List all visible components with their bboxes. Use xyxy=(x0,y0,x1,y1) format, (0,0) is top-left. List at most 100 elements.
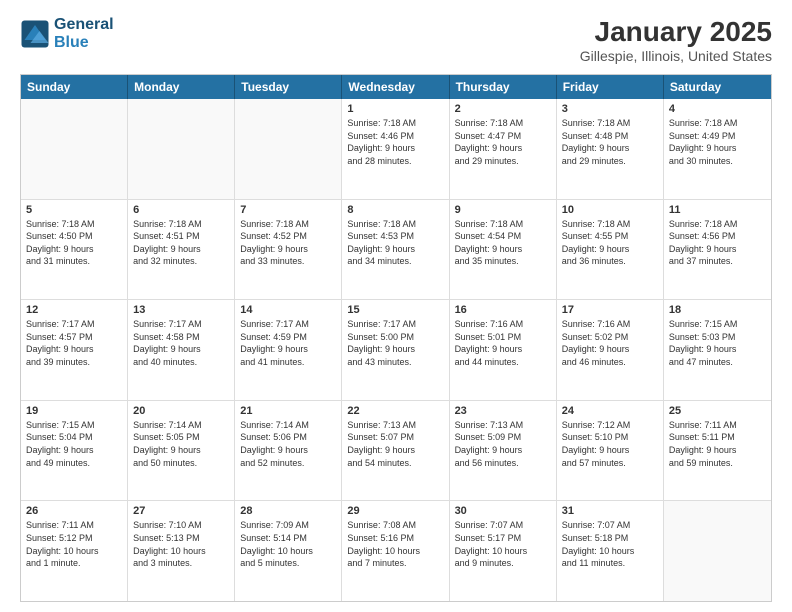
day-info: Sunrise: 7:14 AMSunset: 5:06 PMDaylight:… xyxy=(240,419,336,469)
day-info: Sunrise: 7:17 AMSunset: 4:58 PMDaylight:… xyxy=(133,318,229,368)
day-number: 29 xyxy=(347,505,443,517)
day-number: 16 xyxy=(455,304,551,316)
weekday-header: Wednesday xyxy=(342,75,449,99)
day-info: Sunrise: 7:11 AMSunset: 5:12 PMDaylight:… xyxy=(26,519,122,569)
day-info: Sunrise: 7:18 AMSunset: 4:47 PMDaylight:… xyxy=(455,117,551,167)
calendar-cell: 30Sunrise: 7:07 AMSunset: 5:17 PMDayligh… xyxy=(450,501,557,601)
calendar-cell: 14 Sunrise: 7:17 AMSunset: 4:59 PMDayligh… xyxy=(235,300,342,400)
calendar-cell: 7Sunrise: 7:18 AMSunset: 4:52 PMDaylight… xyxy=(235,200,342,300)
calendar-cell: 24Sunrise: 7:12 AMSunset: 5:10 PMDayligh… xyxy=(557,401,664,501)
calendar-cell: 26 Sunrise: 7:11 AMSunset: 5:12 PMDayligh… xyxy=(21,501,128,601)
day-info: Sunrise: 7:09 AMSunset: 5:14 PMDaylight:… xyxy=(240,519,336,569)
day-number: 13 xyxy=(133,304,229,316)
calendar-header-row: SundayMondayTuesdayWednesdayThursdayFrid… xyxy=(21,75,771,99)
day-info: Sunrise: 7:07 AMSunset: 5:18 PMDaylight:… xyxy=(562,519,658,569)
day-number: 23 xyxy=(455,405,551,417)
calendar-subtitle: Gillespie, Illinois, United States xyxy=(580,48,772,64)
day-number: 17 xyxy=(562,304,658,316)
day-number: 21 xyxy=(240,405,336,417)
day-number: 27 xyxy=(133,505,229,517)
calendar-cell: 12 Sunrise: 7:17 AMSunset: 4:57 PMDayligh… xyxy=(21,300,128,400)
calendar-cell xyxy=(128,99,235,199)
day-info: Sunrise: 7:18 AMSunset: 4:54 PMDaylight:… xyxy=(455,218,551,268)
logo-icon xyxy=(20,19,50,49)
weekday-header: Monday xyxy=(128,75,235,99)
calendar-week: 12 Sunrise: 7:17 AMSunset: 4:57 PMDayligh… xyxy=(21,300,771,401)
day-number: 25 xyxy=(669,405,766,417)
day-info: Sunrise: 7:12 AMSunset: 5:10 PMDaylight:… xyxy=(562,419,658,469)
calendar-cell: 8 Sunrise: 7:18 AMSunset: 4:53 PMDaylight… xyxy=(342,200,449,300)
calendar-cell: 19 Sunrise: 7:15 AMSunset: 5:04 PMDayligh… xyxy=(21,401,128,501)
calendar-cell: 15Sunrise: 7:17 AMSunset: 5:00 PMDayligh… xyxy=(342,300,449,400)
day-info: Sunrise: 7:10 AMSunset: 5:13 PMDaylight:… xyxy=(133,519,229,569)
weekday-header: Friday xyxy=(557,75,664,99)
day-number: 20 xyxy=(133,405,229,417)
day-info: Sunrise: 7:13 AMSunset: 5:09 PMDaylight:… xyxy=(455,419,551,469)
calendar-body: 1Sunrise: 7:18 AMSunset: 4:46 PMDaylight… xyxy=(21,99,771,601)
calendar-cell: 16 Sunrise: 7:16 AMSunset: 5:01 PMDayligh… xyxy=(450,300,557,400)
calendar-cell: 4 Sunrise: 7:18 AMSunset: 4:49 PMDaylight… xyxy=(664,99,771,199)
logo-area: General Blue xyxy=(20,16,114,51)
day-number: 14 xyxy=(240,304,336,316)
day-number: 4 xyxy=(669,103,766,115)
day-info: Sunrise: 7:18 AMSunset: 4:51 PMDaylight:… xyxy=(133,218,229,268)
day-number: 31 xyxy=(562,505,658,517)
header: General Blue January 2025 Gillespie, Ill… xyxy=(20,16,772,64)
calendar-cell: 11 Sunrise: 7:18 AMSunset: 4:56 PMDayligh… xyxy=(664,200,771,300)
calendar-cell: 23 Sunrise: 7:13 AMSunset: 5:09 PMDayligh… xyxy=(450,401,557,501)
day-info: Sunrise: 7:18 AMSunset: 4:56 PMDaylight:… xyxy=(669,218,766,268)
day-info: Sunrise: 7:14 AMSunset: 5:05 PMDaylight:… xyxy=(133,419,229,469)
calendar-week: 19 Sunrise: 7:15 AMSunset: 5:04 PMDayligh… xyxy=(21,401,771,502)
day-info: Sunrise: 7:18 AMSunset: 4:50 PMDaylight:… xyxy=(26,218,122,268)
calendar-cell: 13 Sunrise: 7:17 AMSunset: 4:58 PMDayligh… xyxy=(128,300,235,400)
day-info: Sunrise: 7:18 AMSunset: 4:49 PMDaylight:… xyxy=(669,117,766,167)
calendar-cell: 3Sunrise: 7:18 AMSunset: 4:48 PMDaylight… xyxy=(557,99,664,199)
day-info: Sunrise: 7:17 AMSunset: 4:57 PMDaylight:… xyxy=(26,318,122,368)
calendar-cell: 9 Sunrise: 7:18 AMSunset: 4:54 PMDaylight… xyxy=(450,200,557,300)
weekday-header: Sunday xyxy=(21,75,128,99)
day-number: 8 xyxy=(347,204,443,216)
calendar-title: January 2025 xyxy=(580,16,772,48)
day-number: 26 xyxy=(26,505,122,517)
day-number: 15 xyxy=(347,304,443,316)
day-info: Sunrise: 7:16 AMSunset: 5:02 PMDaylight:… xyxy=(562,318,658,368)
title-area: January 2025 Gillespie, Illinois, United… xyxy=(580,16,772,64)
day-info: Sunrise: 7:18 AMSunset: 4:48 PMDaylight:… xyxy=(562,117,658,167)
day-info: Sunrise: 7:18 AMSunset: 4:53 PMDaylight:… xyxy=(347,218,443,268)
day-info: Sunrise: 7:11 AMSunset: 5:11 PMDaylight:… xyxy=(669,419,766,469)
day-info: Sunrise: 7:13 AMSunset: 5:07 PMDaylight:… xyxy=(347,419,443,469)
calendar-cell: 2 Sunrise: 7:18 AMSunset: 4:47 PMDaylight… xyxy=(450,99,557,199)
calendar-cell xyxy=(235,99,342,199)
day-number: 12 xyxy=(26,304,122,316)
calendar-cell: 27 Sunrise: 7:10 AMSunset: 5:13 PMDayligh… xyxy=(128,501,235,601)
calendar-cell: 28Sunrise: 7:09 AMSunset: 5:14 PMDayligh… xyxy=(235,501,342,601)
calendar-week: 26 Sunrise: 7:11 AMSunset: 5:12 PMDayligh… xyxy=(21,501,771,601)
calendar-cell: 29 Sunrise: 7:08 AMSunset: 5:16 PMDayligh… xyxy=(342,501,449,601)
calendar-cell: 20 Sunrise: 7:14 AMSunset: 5:05 PMDayligh… xyxy=(128,401,235,501)
calendar-cell xyxy=(664,501,771,601)
calendar-week: 5Sunrise: 7:18 AMSunset: 4:50 PMDaylight… xyxy=(21,200,771,301)
day-number: 30 xyxy=(455,505,551,517)
day-info: Sunrise: 7:16 AMSunset: 5:01 PMDaylight:… xyxy=(455,318,551,368)
day-number: 10 xyxy=(562,204,658,216)
weekday-header: Tuesday xyxy=(235,75,342,99)
calendar-week: 1Sunrise: 7:18 AMSunset: 4:46 PMDaylight… xyxy=(21,99,771,200)
page: General Blue January 2025 Gillespie, Ill… xyxy=(0,0,792,612)
calendar-cell: 21 Sunrise: 7:14 AMSunset: 5:06 PMDayligh… xyxy=(235,401,342,501)
calendar-cell xyxy=(21,99,128,199)
day-number: 2 xyxy=(455,103,551,115)
day-info: Sunrise: 7:17 AMSunset: 4:59 PMDaylight:… xyxy=(240,318,336,368)
day-number: 9 xyxy=(455,204,551,216)
day-number: 11 xyxy=(669,204,766,216)
logo-text: General Blue xyxy=(54,16,114,51)
day-info: Sunrise: 7:15 AMSunset: 5:03 PMDaylight:… xyxy=(669,318,766,368)
day-number: 7 xyxy=(240,204,336,216)
day-info: Sunrise: 7:15 AMSunset: 5:04 PMDaylight:… xyxy=(26,419,122,469)
day-number: 19 xyxy=(26,405,122,417)
day-number: 6 xyxy=(133,204,229,216)
day-info: Sunrise: 7:08 AMSunset: 5:16 PMDaylight:… xyxy=(347,519,443,569)
weekday-header: Saturday xyxy=(664,75,771,99)
calendar-cell: 22Sunrise: 7:13 AMSunset: 5:07 PMDayligh… xyxy=(342,401,449,501)
day-info: Sunrise: 7:18 AMSunset: 4:46 PMDaylight:… xyxy=(347,117,443,167)
day-info: Sunrise: 7:18 AMSunset: 4:55 PMDaylight:… xyxy=(562,218,658,268)
